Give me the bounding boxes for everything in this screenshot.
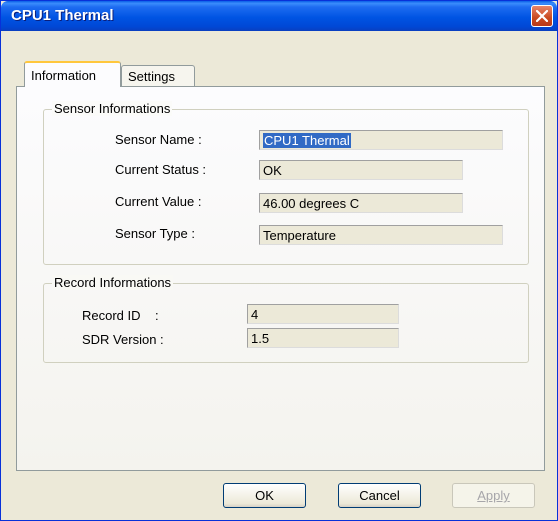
sensor-name-value: CPU1 Thermal <box>263 133 351 148</box>
close-icon <box>536 10 548 22</box>
record-info-legend: Record Informations <box>52 275 174 290</box>
sensor-name-label: Sensor Name : <box>115 132 202 147</box>
sdr-version-field[interactable]: 1.5 <box>247 328 399 348</box>
apply-button[interactable]: Apply <box>452 483 535 508</box>
apply-button-label: Apply <box>477 488 510 503</box>
sdr-version-label: SDR Version : <box>82 332 164 347</box>
current-status-label: Current Status : <box>115 162 207 177</box>
window-title: CPU1 Thermal <box>11 7 114 24</box>
close-button[interactable] <box>531 5 553 27</box>
dialog-window: CPU1 Thermal Information Settings Sensor… <box>0 0 558 521</box>
sensor-info-legend: Sensor Informations <box>52 101 173 116</box>
title-bar[interactable]: CPU1 Thermal <box>1 1 557 31</box>
tab-settings[interactable]: Settings <box>121 65 195 87</box>
cancel-button[interactable]: Cancel <box>338 483 421 508</box>
record-info-group: Record Informations Record ID : 4 SDR Ve… <box>43 275 529 363</box>
current-value-field[interactable]: 46.00 degrees C <box>259 193 463 213</box>
current-value-label: Current Value : <box>115 194 202 209</box>
ok-button[interactable]: OK <box>223 483 306 508</box>
sensor-type-field[interactable]: Temperature <box>259 225 503 245</box>
tab-information[interactable]: Information <box>24 61 121 87</box>
record-id-label: Record ID : <box>82 308 159 323</box>
sensor-type-label: Sensor Type : <box>115 226 195 241</box>
record-id-field[interactable]: 4 <box>247 304 399 324</box>
sensor-name-field[interactable]: CPU1 Thermal <box>259 130 503 150</box>
current-status-field[interactable]: OK <box>259 160 463 180</box>
sensor-info-group: Sensor Informations Sensor Name : CPU1 T… <box>43 101 529 265</box>
tab-panel-information: Sensor Informations Sensor Name : CPU1 T… <box>16 86 545 471</box>
